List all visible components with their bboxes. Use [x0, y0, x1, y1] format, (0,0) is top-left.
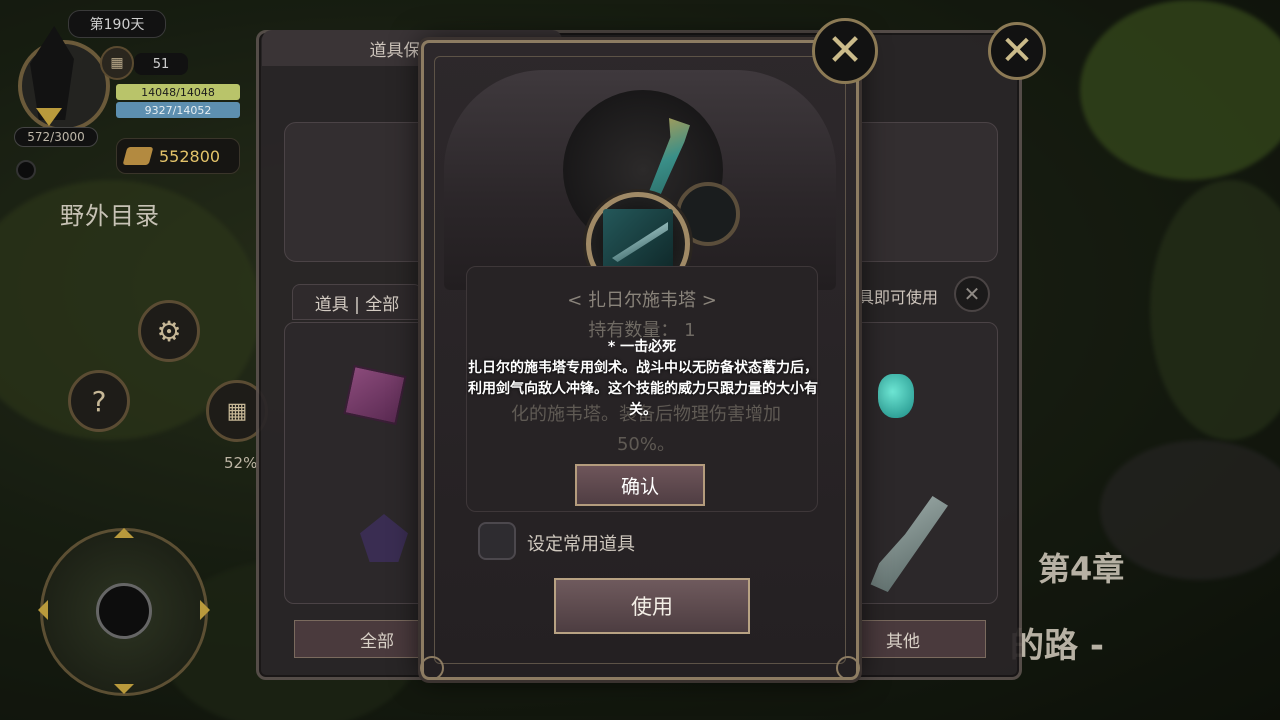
help-icon: ?	[91, 384, 107, 418]
favorite-checkbox[interactable]	[478, 522, 516, 560]
skill-tooltip-title: * 一击必死	[607, 339, 677, 355]
progress-percent: 52%	[224, 454, 258, 472]
calendar-icon: ▦	[100, 46, 134, 80]
filter-tab-all-items[interactable]: 道具 | 全部	[292, 284, 422, 320]
joystick-right-arrow-icon	[200, 600, 220, 620]
energy-counter: 572/3000	[14, 127, 98, 147]
mp-bar: 9327/14052	[116, 102, 240, 118]
item-name: < 扎日尔施韦塔 >	[567, 290, 717, 311]
item-book[interactable]	[343, 364, 407, 426]
chapter-label: 第4章	[1038, 550, 1125, 588]
joystick-down-arrow-icon	[114, 684, 134, 704]
skill-tooltip-body: 扎日尔的施韦塔专用剑术。战斗中以无防备状态蓄力后，利用剑气向敌人冲锋。这个技能的…	[468, 360, 818, 418]
corner-ornament	[836, 656, 860, 680]
gold-amount: 552800	[159, 146, 221, 166]
joystick-knob[interactable]	[96, 583, 152, 639]
chapter-subtitle: 的路 -	[1010, 626, 1104, 666]
gold-display: 552800	[116, 138, 240, 174]
joystick-left-arrow-icon	[28, 600, 48, 620]
level-badge: 51	[134, 53, 188, 75]
joystick-up-arrow-icon	[114, 518, 134, 538]
calendar-icon: ▦	[226, 398, 248, 424]
day-counter: 第190天	[68, 10, 166, 38]
hint-close-icon[interactable]: ✕	[954, 276, 990, 312]
use-button[interactable]: 使用	[554, 578, 750, 634]
field-menu-button[interactable]: 野外目录	[60, 196, 160, 231]
close-x-icon: ✕	[826, 25, 864, 76]
use-hint-text: 具即可使用	[858, 288, 939, 307]
close-x-icon: ✕	[1000, 28, 1034, 74]
gold-ingot-icon	[122, 147, 154, 165]
corner-ornament	[420, 656, 444, 680]
gear-icon: ⚙	[156, 314, 182, 348]
hp-bar: 14048/14048	[116, 84, 240, 100]
settings-button[interactable]: ⚙	[138, 300, 200, 362]
storage-close-button[interactable]: ✕	[988, 22, 1046, 80]
dialog-close-button[interactable]: ✕	[812, 18, 878, 84]
status-dot	[16, 160, 36, 180]
confirm-button[interactable]: 确认	[575, 464, 705, 506]
favorite-label: 设定常用道具	[527, 534, 635, 555]
help-button[interactable]: ?	[68, 370, 130, 432]
item-potion[interactable]	[878, 374, 914, 418]
